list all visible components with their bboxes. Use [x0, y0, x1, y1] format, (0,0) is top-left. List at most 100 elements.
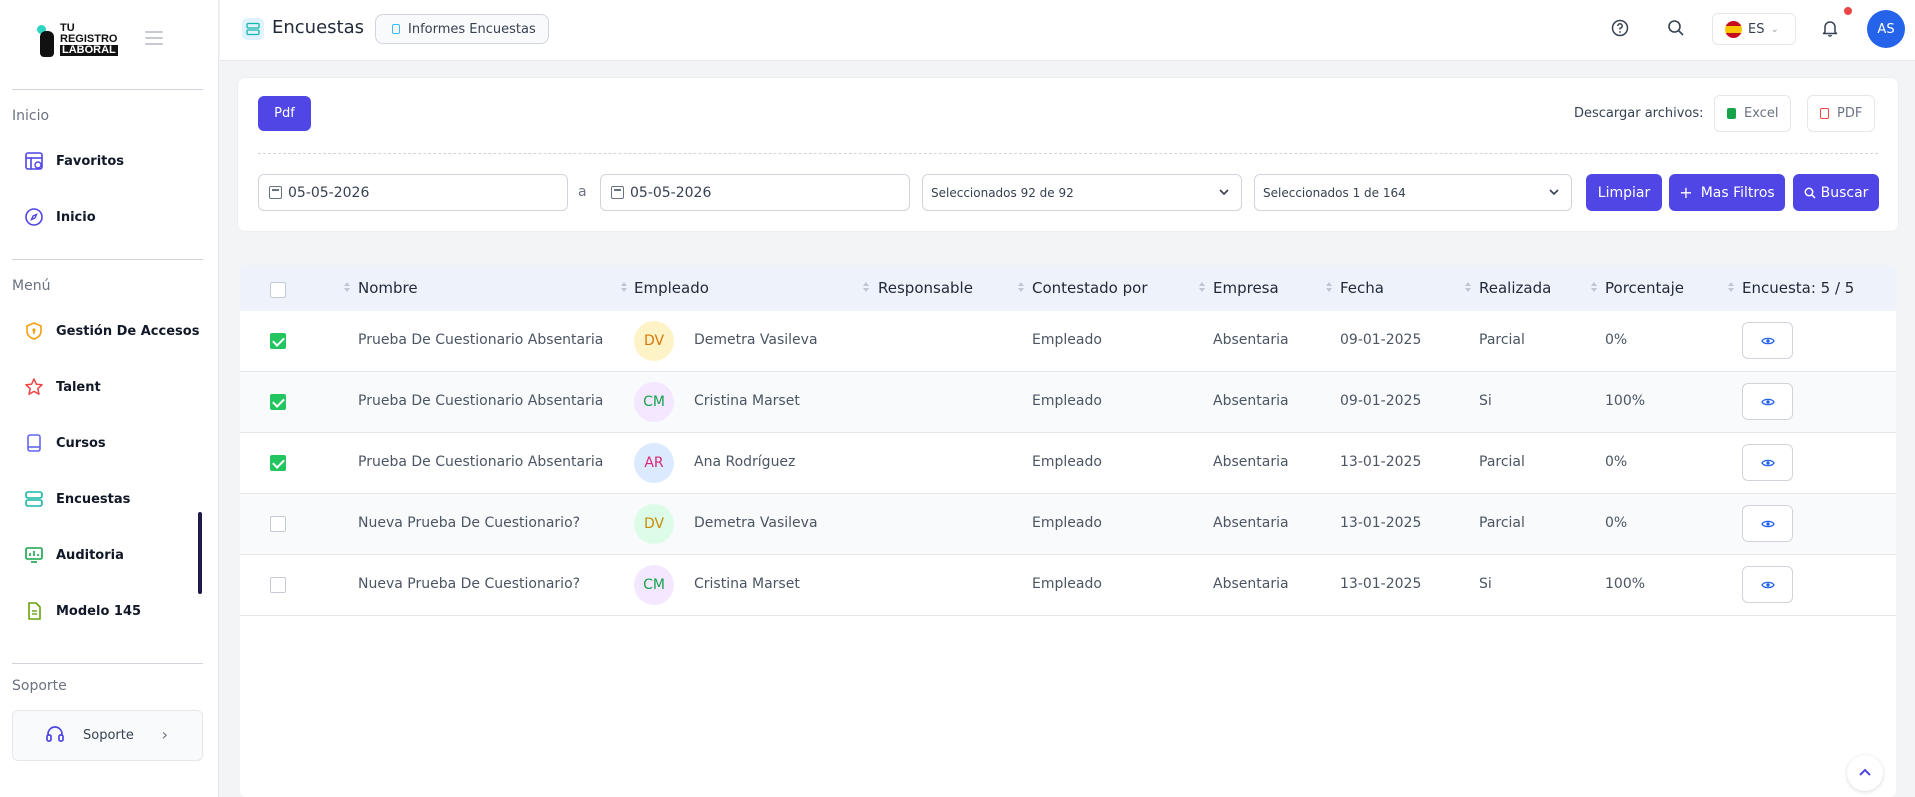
clear-button[interactable]: Limpiar: [1586, 174, 1662, 211]
cell-porcentaje: 0%: [1605, 515, 1628, 531]
server-icon: [242, 18, 264, 40]
col-encuesta[interactable]: Encuesta: 5 / 5: [1742, 279, 1854, 297]
row-checkbox[interactable]: [270, 577, 286, 593]
pdf-button[interactable]: Pdf: [258, 96, 311, 131]
star-icon: [24, 377, 44, 397]
sort-icon[interactable]: [1727, 279, 1735, 295]
cell-nombre: Prueba De Cuestionario Absentaria: [358, 332, 604, 348]
sidebar: TU REGISTRO LABORAL Inicio Favoritos Ini…: [0, 0, 219, 797]
sort-icon[interactable]: [1017, 279, 1025, 295]
cell-nombre: Prueba De Cuestionario Absentaria: [358, 454, 604, 470]
employee-avatar: AR: [634, 443, 674, 483]
sidebar-item-inicio[interactable]: Inicio: [12, 197, 202, 237]
col-contestado[interactable]: Contestado por: [1032, 279, 1148, 297]
sidebar-item-gestion-accesos[interactable]: Gestión De Accesos: [12, 311, 202, 351]
col-empresa[interactable]: Empresa: [1213, 279, 1279, 297]
help-icon[interactable]: [1609, 17, 1631, 39]
cell-empresa: Absentaria: [1213, 393, 1289, 409]
chevron-down-icon: [1547, 185, 1561, 202]
sort-icon[interactable]: [1590, 279, 1598, 295]
employee-avatar: CM: [634, 382, 674, 422]
sort-icon[interactable]: [1325, 279, 1333, 295]
spain-flag-icon: [1725, 20, 1742, 38]
sidebar-item-talent[interactable]: Talent: [12, 367, 202, 407]
date-to-input[interactable]: 05-05-2026: [600, 174, 910, 211]
page-title: Encuestas: [272, 17, 365, 38]
sidebar-item-encuestas[interactable]: Encuestas: [12, 479, 202, 519]
view-button[interactable]: [1742, 383, 1793, 420]
cell-contestado: Empleado: [1032, 393, 1102, 409]
breadcrumb[interactable]: Informes Encuestas: [375, 14, 549, 44]
book-icon: [24, 433, 44, 453]
sidebar-item-auditoria[interactable]: Auditoria: [12, 535, 202, 575]
logo-line-3: LABORAL: [60, 43, 118, 56]
section-label-menu: Menú: [12, 278, 51, 294]
more-filters-button[interactable]: + Mas Filtros: [1669, 174, 1785, 211]
bell-icon[interactable]: [1819, 17, 1841, 39]
breadcrumb-label: Informes Encuestas: [408, 21, 536, 37]
scroll-to-top-button[interactable]: [1847, 755, 1883, 791]
survey-select[interactable]: Seleccionados 1 de 164: [1254, 174, 1572, 211]
col-porcentaje[interactable]: Porcentaje: [1605, 279, 1684, 297]
cell-contestado: Empleado: [1032, 576, 1102, 592]
sidebar-item-label: Cursos: [56, 435, 106, 451]
document-icon: [24, 601, 44, 621]
row-checkbox[interactable]: [270, 516, 286, 532]
chevron-right-icon: ›: [161, 725, 168, 744]
company-select[interactable]: Seleccionados 92 de 92: [922, 174, 1242, 211]
sort-icon[interactable]: [1464, 279, 1472, 295]
row-checkbox[interactable]: [270, 455, 286, 471]
sort-icon[interactable]: [1198, 279, 1206, 295]
date-from-input[interactable]: 05-05-2026: [258, 174, 568, 211]
cell-fecha: 13-01-2025: [1340, 515, 1422, 531]
sort-icon[interactable]: [343, 279, 351, 295]
user-avatar[interactable]: AS: [1867, 10, 1905, 48]
view-button[interactable]: [1742, 322, 1793, 359]
download-pdf-button[interactable]: PDF: [1807, 95, 1876, 132]
sidebar-item-modelo-145[interactable]: Modelo 145: [12, 591, 202, 631]
search-button[interactable]: Buscar: [1793, 174, 1879, 211]
select-all-checkbox[interactable]: [270, 282, 286, 298]
sort-icon[interactable]: [620, 279, 628, 295]
view-button[interactable]: [1742, 566, 1793, 603]
row-checkbox[interactable]: [270, 333, 286, 349]
search-label: Buscar: [1820, 184, 1869, 201]
sort-icon[interactable]: [862, 279, 870, 295]
cell-fecha: 13-01-2025: [1340, 454, 1422, 470]
sidebar-item-favoritos[interactable]: Favoritos: [12, 141, 202, 181]
excel-file-icon: [1727, 108, 1736, 119]
eye-icon: [1760, 581, 1775, 588]
view-button[interactable]: [1742, 444, 1793, 481]
col-realizada[interactable]: Realizada: [1479, 279, 1551, 297]
cell-empleado: Demetra Vasileva: [694, 515, 818, 531]
search-icon[interactable]: [1665, 17, 1687, 39]
eye-icon: [1760, 520, 1775, 527]
sidebar-item-cursos[interactable]: Cursos: [12, 423, 202, 463]
cell-empresa: Absentaria: [1213, 454, 1289, 470]
employee-avatar: CM: [634, 565, 674, 605]
sidebar-scrollbar[interactable]: [198, 512, 202, 594]
section-label-soporte: Soporte: [12, 678, 67, 694]
table-row: Nueva Prueba De Cuestionario? DV Demetra V…: [240, 494, 1896, 555]
brand-logo[interactable]: TU REGISTRO LABORAL: [36, 18, 128, 60]
table-row: Prueba De Cuestionario Absentaria CM Crist…: [240, 372, 1896, 433]
col-fecha[interactable]: Fecha: [1340, 279, 1384, 297]
language-label: ES: [1748, 21, 1765, 37]
download-excel-button[interactable]: Excel: [1714, 95, 1792, 132]
cell-empleado: Cristina Marset: [694, 576, 800, 592]
eye-icon: [1760, 398, 1775, 405]
support-button[interactable]: Soporte ›: [12, 710, 203, 761]
row-checkbox[interactable]: [270, 394, 286, 410]
view-button[interactable]: [1742, 505, 1793, 542]
col-nombre[interactable]: Nombre: [358, 279, 418, 297]
sidebar-item-label: Favoritos: [56, 153, 125, 169]
col-responsable[interactable]: Responsable: [878, 279, 973, 297]
menu-toggle-icon[interactable]: [145, 31, 163, 45]
col-empleado[interactable]: Empleado: [634, 279, 709, 297]
chevron-down-icon: ⌄: [1770, 23, 1779, 35]
table-row: Prueba De Cuestionario Absentaria DV Demet…: [240, 311, 1896, 372]
cell-realizada: Parcial: [1479, 332, 1525, 348]
language-selector[interactable]: ES ⌄: [1712, 13, 1796, 45]
cell-contestado: Empleado: [1032, 454, 1102, 470]
cell-porcentaje: 0%: [1605, 332, 1628, 348]
